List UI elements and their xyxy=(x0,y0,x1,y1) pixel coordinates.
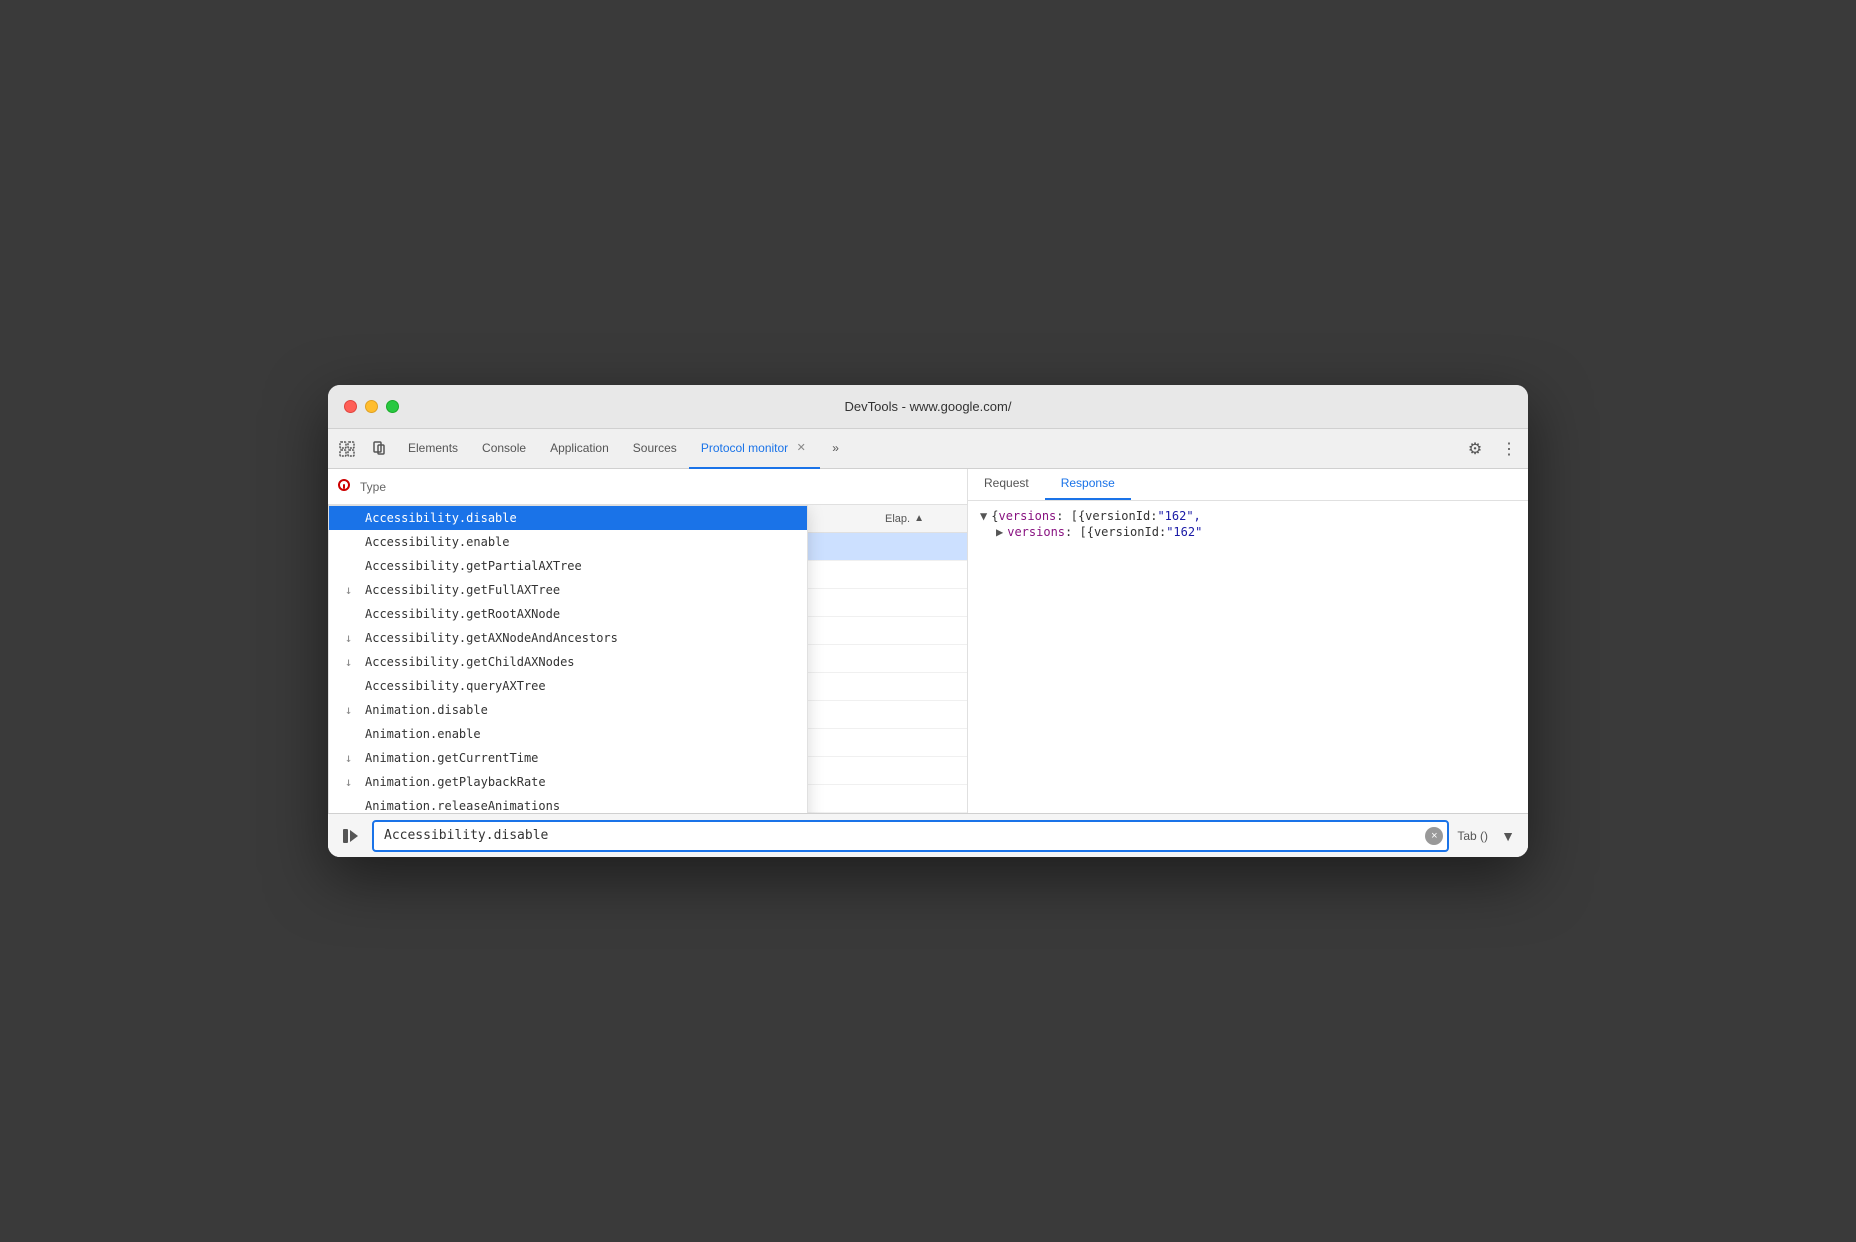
toolbar-right: ⚙ ⋮ xyxy=(1460,434,1524,464)
item-arrow-icon: ↓ xyxy=(345,703,357,717)
window-title: DevTools - www.google.com/ xyxy=(845,399,1012,414)
autocomplete-item-8[interactable]: ↓ Animation.disable xyxy=(329,698,807,722)
autocomplete-item-4[interactable]: Accessibility.getRootAXNode xyxy=(329,602,807,626)
json-colon: : [{ xyxy=(1056,509,1085,523)
autocomplete-item-12[interactable]: Animation.releaseAnimations xyxy=(329,794,807,813)
json-key-versions2: versions xyxy=(1007,525,1065,539)
autocomplete-item-5[interactable]: ↓ Accessibility.getAXNodeAndAncestors xyxy=(329,626,807,650)
autocomplete-item-2[interactable]: Accessibility.getPartialAXTree xyxy=(329,554,807,578)
left-panel: Type Type se Elap. ▲ xyxy=(328,469,968,813)
expand-icon[interactable]: ▼ xyxy=(980,509,987,523)
tab-elements[interactable]: Elements xyxy=(396,429,470,469)
json-brace: { xyxy=(991,509,998,523)
th-elapsed[interactable]: Elap. ▲ xyxy=(877,513,967,525)
table-area: Type se Elap. ▲ i xyxy=(328,505,967,813)
right-panel: Request Response ▼ { versions : [{ versi… xyxy=(968,469,1528,813)
run-button[interactable] xyxy=(336,822,364,850)
json-value-162: "162", xyxy=(1157,509,1200,523)
filter-label xyxy=(336,477,352,496)
autocomplete-item-9[interactable]: Animation.enable xyxy=(329,722,807,746)
tab-more[interactable]: » xyxy=(820,429,851,469)
autocomplete-label: Accessibility.enable xyxy=(365,535,510,549)
autocomplete-item-6[interactable]: ↓ Accessibility.getChildAXNodes xyxy=(329,650,807,674)
item-arrow-icon: ↓ xyxy=(345,775,357,789)
autocomplete-label: Accessibility.getChildAXNodes xyxy=(365,655,575,669)
sort-icon: ▲ xyxy=(914,513,924,524)
command-input[interactable] xyxy=(372,820,1449,852)
autocomplete-dropdown: Accessibility.disable Accessibility.enab… xyxy=(328,505,808,813)
json-colon4: : xyxy=(1159,525,1166,539)
tab-bar: Elements Console Application Sources Pro… xyxy=(396,429,1458,469)
json-colon2: : xyxy=(1150,509,1157,523)
toolbar: Elements Console Application Sources Pro… xyxy=(328,429,1528,469)
devtools-window: DevTools - www.google.com/ xyxy=(328,385,1528,857)
panel-content: ▼ { versions : [{ versionId : "162", ▶ v… xyxy=(968,501,1528,813)
clear-icon: × xyxy=(1431,830,1437,842)
tab-close-icon[interactable]: ✕ xyxy=(794,441,808,455)
more-options-button[interactable]: ⋮ xyxy=(1494,434,1524,464)
autocomplete-item-0[interactable]: Accessibility.disable xyxy=(329,506,807,530)
device-toolbar-icon-button[interactable] xyxy=(364,434,394,464)
autocomplete-item-11[interactable]: ↓ Animation.getPlaybackRate xyxy=(329,770,807,794)
input-container: × xyxy=(372,820,1449,852)
autocomplete-label: Accessibility.getRootAXNode xyxy=(365,607,560,621)
item-arrow-icon: ↓ xyxy=(345,751,357,765)
autocomplete-label: Accessibility.getFullAXTree xyxy=(365,583,560,597)
type-label: Type xyxy=(360,480,386,494)
filter-row: Type xyxy=(328,469,967,505)
main-content: Type Type se Elap. ▲ xyxy=(328,469,1528,813)
autocomplete-label: Animation.getPlaybackRate xyxy=(365,775,546,789)
item-arrow-icon: ↓ xyxy=(345,631,357,645)
chevron-down-icon: ▼ xyxy=(1501,828,1515,844)
autocomplete-label: Animation.releaseAnimations xyxy=(365,799,560,813)
clear-input-button[interactable]: × xyxy=(1425,827,1443,845)
inspect-icon-button[interactable] xyxy=(332,434,362,464)
json-line-1: ▼ { versions : [{ versionId : "162", xyxy=(980,509,1516,523)
autocomplete-label: Accessibility.getPartialAXTree xyxy=(365,559,582,573)
tab-protocol-monitor[interactable]: Protocol monitor ✕ xyxy=(689,429,820,469)
tab-console[interactable]: Console xyxy=(470,429,538,469)
dropdown-button[interactable]: ▼ xyxy=(1496,822,1520,850)
panel-tabs: Request Response xyxy=(968,469,1528,501)
autocomplete-label: Accessibility.getAXNodeAndAncestors xyxy=(365,631,618,645)
minimize-button[interactable] xyxy=(365,400,378,413)
collapse-icon[interactable]: ▶ xyxy=(996,525,1003,539)
tab-response[interactable]: Response xyxy=(1045,469,1131,500)
json-key-versionid: versionId xyxy=(1085,509,1150,523)
tab-request[interactable]: Request xyxy=(968,469,1045,500)
autocomplete-item-3[interactable]: ↓ Accessibility.getFullAXTree xyxy=(329,578,807,602)
tab-sources[interactable]: Sources xyxy=(621,429,689,469)
traffic-lights xyxy=(344,400,399,413)
json-colon3: : [{ xyxy=(1065,525,1094,539)
autocomplete-label: Animation.enable xyxy=(365,727,481,741)
autocomplete-item-1[interactable]: Accessibility.enable xyxy=(329,530,807,554)
json-value-162b: "162" xyxy=(1166,525,1202,539)
item-arrow-icon: ↓ xyxy=(345,583,357,597)
autocomplete-label: Accessibility.disable xyxy=(365,511,517,525)
autocomplete-label: Animation.getCurrentTime xyxy=(365,751,538,765)
title-bar: DevTools - www.google.com/ xyxy=(328,385,1528,429)
tab-application[interactable]: Application xyxy=(538,429,621,469)
json-key-versions: versions xyxy=(998,509,1056,523)
tab-hint: Tab () xyxy=(1457,829,1488,843)
autocomplete-label: Animation.disable xyxy=(365,703,488,717)
gear-icon: ⚙ xyxy=(1468,439,1482,459)
settings-icon-button[interactable]: ⚙ xyxy=(1460,434,1490,464)
devtools-container: Elements Console Application Sources Pro… xyxy=(328,429,1528,857)
item-arrow-icon: ↓ xyxy=(345,655,357,669)
more-icon: ⋮ xyxy=(1501,439,1517,459)
autocomplete-item-10[interactable]: ↓ Animation.getCurrentTime xyxy=(329,746,807,770)
json-line-2: ▶ versions : [{ versionId : "162" xyxy=(980,525,1516,539)
bottom-bar: × Tab () ▼ xyxy=(328,813,1528,857)
autocomplete-label: Accessibility.queryAXTree xyxy=(365,679,546,693)
json-key-versionid2: versionId xyxy=(1094,525,1159,539)
maximize-button[interactable] xyxy=(386,400,399,413)
close-button[interactable] xyxy=(344,400,357,413)
autocomplete-item-7[interactable]: Accessibility.queryAXTree xyxy=(329,674,807,698)
